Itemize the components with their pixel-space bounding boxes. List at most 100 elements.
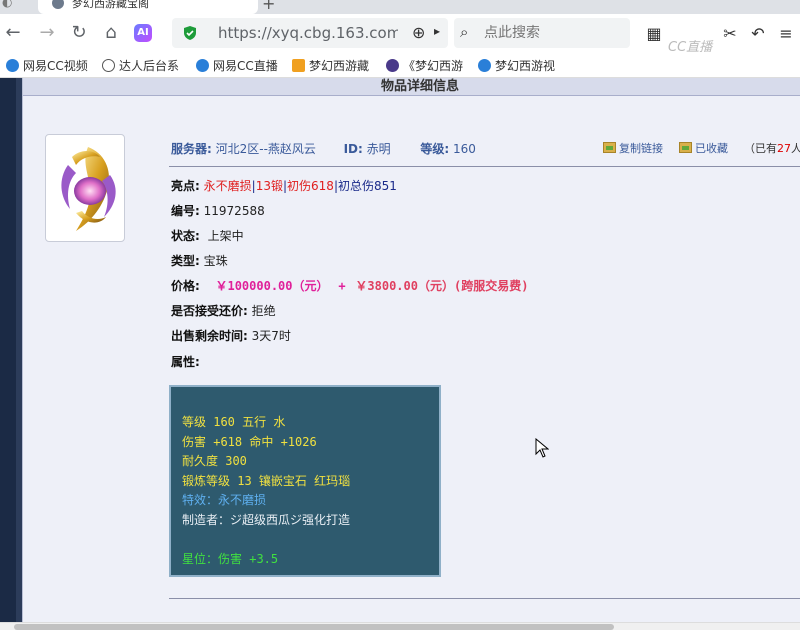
section-title: 物品详细信息 [381,79,460,94]
id-label: ID: [343,142,363,156]
level-value: 160 [452,142,476,156]
pearl-item-icon [61,147,116,231]
scissors-icon[interactable]: ✂ [720,24,740,43]
type-label: 类型: [171,254,200,268]
game-icon [292,59,305,72]
mouse-cursor-icon [535,438,549,458]
search-icon: ⌕ [460,23,469,41]
highlights-label: 亮点: [171,179,200,193]
bargain-label: 是否接受还价: [171,304,248,318]
tab-strip: ◐ 梦幻西游藏宝阁 + [0,0,800,14]
horizontal-scrollbar[interactable] [0,622,800,630]
serial-label: 编号: [171,204,200,218]
attributes-box: 等级 160 五行 水 伤害 +618 命中 +1026 耐久度 300 锻炼等… [169,385,441,577]
cross-server-fee: ￥3800.00（元）(跨服交易费) [355,279,529,293]
bookmark-label: 梦幻西游藏 [309,59,370,73]
highlight-tag: 永不磨损 [203,179,252,193]
zoom-icon[interactable]: ⊕ [412,23,425,42]
divider [169,598,800,599]
fav-prefix: （已有 [744,142,777,155]
server-label: 服务器: [171,142,212,156]
remaining-time-label: 出售剩余时间: [171,329,248,343]
search-input[interactable] [484,23,624,43]
undo-icon[interactable]: ↶ [748,24,768,43]
tab-active[interactable]: 梦幻西游藏宝阁 [38,0,258,14]
bookmark-item[interactable]: 梦幻西游藏 [292,57,369,74]
section-header: 物品详细信息 [23,78,800,96]
browser-toolbar: ← → ↻ ⌂ AI https://xyq.cbg.163.com/eq ⊕ … [0,14,800,55]
type-value: 宝珠 [203,254,228,268]
attr-durability: 耐久度 300 [182,454,247,469]
fav-suffix: 人收藏 [791,142,800,155]
page-left-strip [0,78,22,622]
url-text[interactable]: https://xyq.cbg.163.com/eq [218,24,398,42]
bargain-row: 是否接受还价: 拒绝 [171,302,276,319]
attributes-label: 属性: [171,355,200,369]
status-row: 状态: 上架中 [171,227,244,244]
reload-icon[interactable]: ↻ [68,22,90,44]
bookmark-item[interactable]: 梦幻西游视 [478,57,555,74]
remaining-time-row: 出售剩余时间: 3天7时 [171,327,291,344]
favorited-button[interactable]: 已收藏 [695,142,728,155]
cc-logo-icon [6,59,19,72]
serial-value: 11972588 [203,204,265,218]
globe-icon [102,59,115,72]
menu-icon[interactable]: ≡ [776,24,796,43]
url-expand-icon[interactable]: ▸ [434,24,440,38]
bookmark-label: 梦幻西游视 [495,59,556,73]
bargain-value: 拒绝 [251,304,276,318]
bookmark-label: 达人后台系 [119,59,180,73]
tab-favicon-icon [52,0,64,9]
type-row: 类型: 宝珠 [171,252,228,269]
highlight-tag: 13锻 [255,179,283,193]
back-arrow-icon[interactable]: ← [2,22,24,44]
copy-link-button[interactable]: 复制链接 [619,142,663,155]
bookmark-label: 《梦幻西游 [403,59,464,73]
new-tab-button[interactable]: + [262,0,275,13]
game-emblem-icon [386,59,399,72]
browser-menu-icon[interactable]: ◐ [2,0,12,9]
bookmark-label: 网易CC视频 [23,59,88,73]
info-row: 服务器: 河北2区--燕赵风云 ID: 赤明 等级: 160 [171,140,476,157]
search-box[interactable]: ⌕ [454,18,630,48]
attr-damage-hit: 伤害 +618 命中 +1026 [182,434,317,449]
price-label: 价格: [171,279,200,293]
attributes-row: 属性: [171,353,200,370]
highlight-tag: 初伤618 [287,179,334,193]
apps-grid-icon[interactable]: ▦ [644,24,664,43]
level-label: 等级: [420,142,450,156]
attr-forge-gem: 锻炼等级 13 镶嵌宝石 红玛瑙 [182,473,351,488]
item-image[interactable] [45,134,125,242]
bookmark-item[interactable]: 达人后台系 [102,57,179,74]
scrollbar-thumb[interactable] [14,624,614,630]
copy-link-icon [603,142,616,153]
price-value: ￥100000.00（元） [215,279,329,293]
tab-title: 梦幻西游藏宝阁 [72,0,149,10]
favorite-icon [679,142,692,153]
cc-logo-icon [478,59,491,72]
bookmark-item[interactable]: 网易CC视频 [6,57,88,74]
highlights-row: 亮点: 永不磨损|13锻|初伤618|初总伤851 [171,179,397,193]
remaining-time-value: 3天7时 [251,329,291,343]
ai-assistant-icon[interactable]: AI [134,24,152,42]
attr-maker: 制造者：ジ超级西瓜ジ强化打造 [182,512,351,527]
cc-logo-icon [196,59,209,72]
address-bar[interactable]: https://xyq.cbg.163.com/eq ⊕ ▸ [172,18,448,48]
attr-spacer [182,531,439,551]
price-plus: + [338,279,346,293]
status-label: 状态: [171,229,200,243]
attr-level-element: 等级 160 五行 水 [182,415,286,429]
price-row: 价格: ￥100000.00（元） + ￥3800.00（元）(跨服交易费) [171,277,528,294]
attr-special-effect: 特效：永不磨损 [182,493,267,508]
bookmark-item[interactable]: 网易CC直播 [196,57,278,74]
highlight-tag: 初总伤851 [337,179,397,193]
bookmark-item[interactable]: 《梦幻西游 [386,57,463,74]
item-actions: 复制链接 已收藏 （已有27人收藏 [603,140,800,156]
divider [169,166,800,167]
status-value: 上架中 [207,229,244,243]
forward-arrow-icon[interactable]: → [36,22,58,44]
attr-star-position: 星位：伤害 +3.5 [182,552,279,567]
fav-count-number: 27 [777,142,791,155]
bookmark-label: 网易CC直播 [213,59,278,73]
home-icon[interactable]: ⌂ [100,22,122,44]
